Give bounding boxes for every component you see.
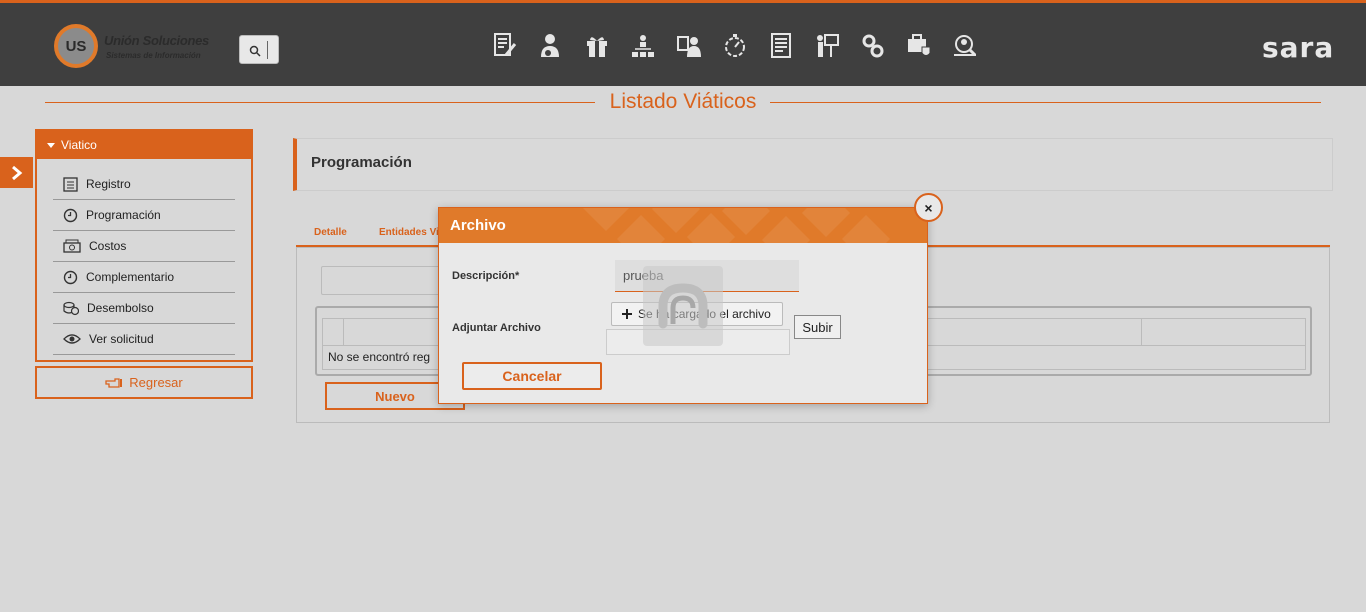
back-button-label: Regresar xyxy=(129,375,183,390)
cancel-button[interactable]: Cancelar xyxy=(462,362,602,390)
attach-label: Adjuntar Archivo xyxy=(452,322,541,334)
sidebar-item-label: Costos xyxy=(89,239,127,253)
search-user-icon[interactable] xyxy=(953,32,977,60)
sidebar-menu: Viatico Registro Programación Costos Com… xyxy=(35,129,253,362)
title-divider-right xyxy=(770,102,1321,103)
eye-icon xyxy=(63,334,81,344)
module-menu xyxy=(493,32,977,60)
sidebar-item-registro[interactable]: Registro xyxy=(53,169,235,200)
page-title: Listado Viáticos xyxy=(600,90,766,114)
sidebar-item-label: Desembolso xyxy=(87,301,154,315)
sidebar-item-label: Programación xyxy=(86,208,161,222)
document-edit-icon[interactable] xyxy=(493,32,517,60)
chevron-right-icon xyxy=(11,165,22,180)
logo-mark: US xyxy=(54,24,98,68)
section-header: Programación xyxy=(293,138,1333,191)
sidebar-item-programacion[interactable]: Programación xyxy=(53,200,235,231)
section-title: Programación xyxy=(311,154,412,171)
description-label: Descripción* xyxy=(452,270,520,282)
user-config-icon[interactable] xyxy=(539,32,563,60)
sidebar-item-costos[interactable]: Costos xyxy=(53,231,235,262)
sidebar-item-label: Complementario xyxy=(86,270,175,284)
filter-input[interactable] xyxy=(321,266,451,295)
logo-subtitle: Sistemas de Información xyxy=(106,51,201,60)
search-icon xyxy=(249,45,261,57)
sidebar-item-desembolso[interactable]: Desembolso xyxy=(53,293,235,324)
sidebar-header-label: Viatico xyxy=(61,138,97,152)
loading-icon xyxy=(658,283,708,329)
dialog-title: Archivo xyxy=(450,217,506,234)
brand-logo: sara xyxy=(1262,31,1335,64)
tab-entidades[interactable]: Entidades Vi xyxy=(379,227,439,238)
hand-pointer-icon xyxy=(105,377,123,388)
org-chart-icon[interactable] xyxy=(631,32,655,60)
plus-icon xyxy=(622,309,632,319)
user-id-icon[interactable] xyxy=(677,32,701,60)
gift-icon[interactable] xyxy=(585,32,609,60)
upload-button[interactable]: Subir xyxy=(794,315,841,339)
sidebar-toggle-button[interactable] xyxy=(0,157,33,188)
presentation-icon[interactable] xyxy=(815,32,839,60)
gears-icon[interactable] xyxy=(861,32,885,60)
coins-icon xyxy=(63,301,79,315)
list-icon xyxy=(63,176,78,192)
caret-down-icon xyxy=(47,142,55,148)
sidebar-item-complementario[interactable]: Complementario xyxy=(53,262,235,293)
close-icon[interactable]: × xyxy=(914,193,943,222)
clock-icon xyxy=(63,270,78,284)
company-logo[interactable]: US Unión Soluciones Sistemas de Informac… xyxy=(54,24,224,70)
money-icon xyxy=(63,239,81,253)
loading-spinner xyxy=(643,266,723,346)
logo-name: Unión Soluciones xyxy=(104,33,209,48)
sidebar-header[interactable]: Viatico xyxy=(37,131,251,159)
sidebar-item-label: Ver solicitud xyxy=(89,332,154,346)
form-icon[interactable] xyxy=(769,32,793,60)
dialog-header: Archivo xyxy=(439,208,927,243)
search-button[interactable] xyxy=(239,35,279,64)
back-button[interactable]: Regresar xyxy=(35,366,253,399)
medical-case-icon[interactable] xyxy=(907,32,931,60)
clock-icon xyxy=(63,208,78,222)
top-header: US Unión Soluciones Sistemas de Informac… xyxy=(0,0,1366,86)
archivo-dialog: Archivo Descripción* Adjuntar Archivo Se… xyxy=(438,207,928,404)
timer-icon[interactable] xyxy=(723,32,747,60)
title-divider-left xyxy=(45,102,595,103)
sidebar-item-label: Registro xyxy=(86,177,131,191)
tab-detalle[interactable]: Detalle xyxy=(314,227,347,238)
sidebar-item-ver-solicitud[interactable]: Ver solicitud xyxy=(53,324,235,355)
